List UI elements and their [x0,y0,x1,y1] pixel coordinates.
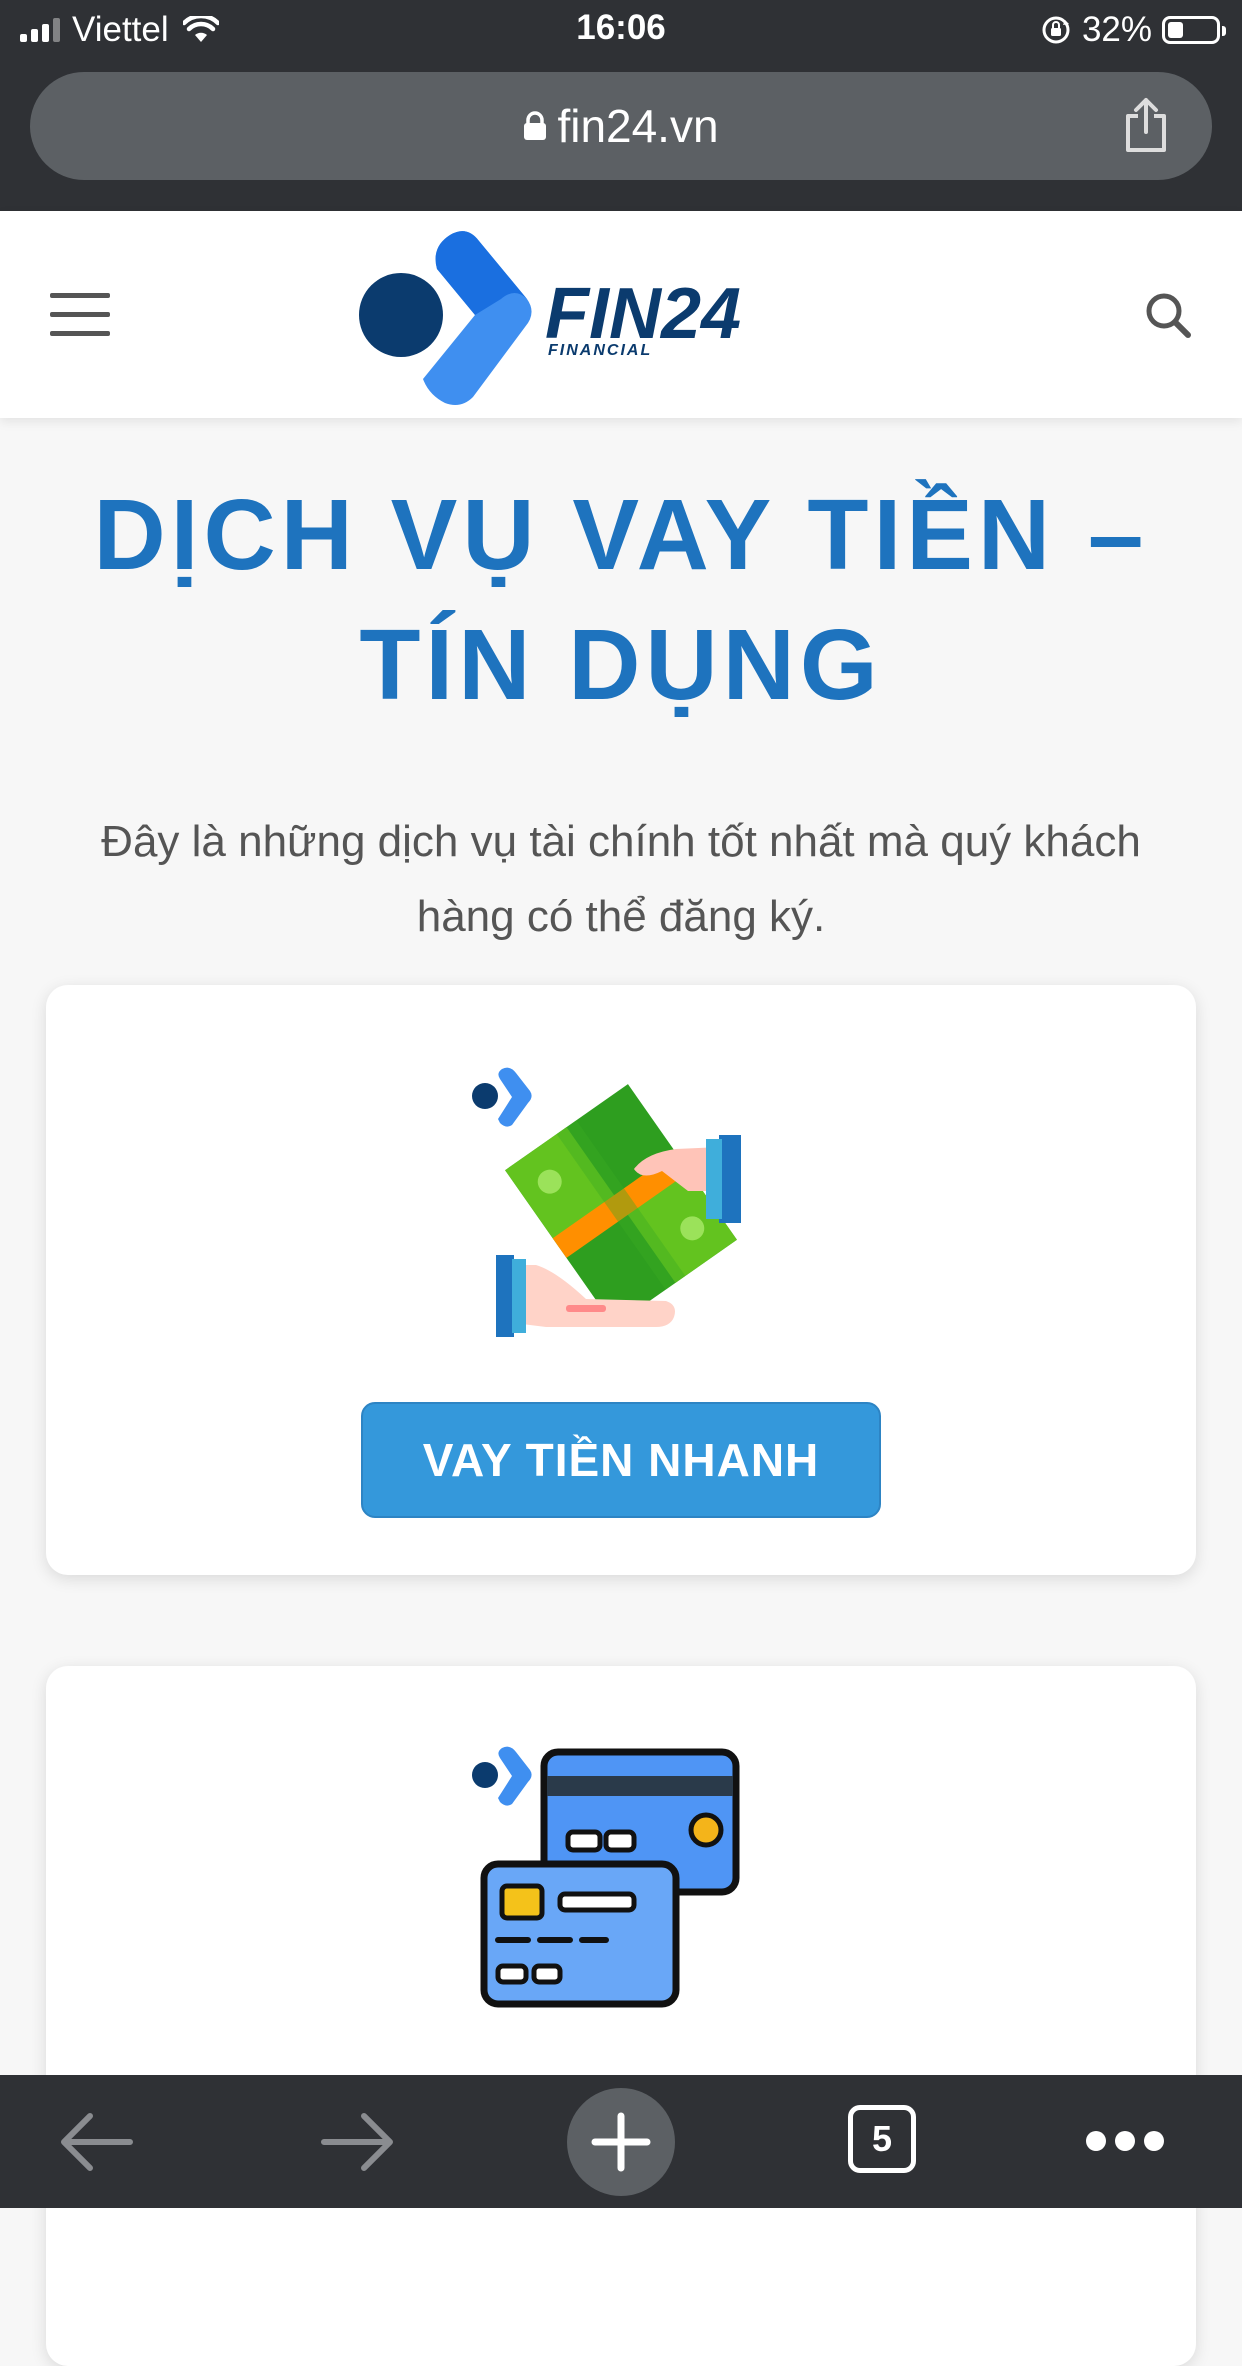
main-content: DỊCH VỤ VAY TIỀN – TÍN DỤNG Đây là những… [0,418,1242,2366]
search-icon[interactable] [1144,291,1192,339]
site-header: FIN24 FINANCIAL [0,211,1242,418]
plus-icon [591,2112,651,2172]
url-text: fin24.vn [557,100,719,152]
credit-cards-icon [472,1746,740,2008]
page-subtitle: Đây là những dịch vụ tài chính tốt nhất … [101,817,1141,941]
rotation-lock-icon [1042,16,1070,44]
page-title-line-1: DỊCH VỤ VAY TIỀN – [93,479,1149,591]
logo-subtext: FINANCIAL [548,342,652,359]
menu-icon[interactable] [50,293,110,339]
fin24-logo[interactable]: FIN24 FINANCIAL [355,217,815,413]
url-display[interactable]: fin24.vn [30,96,1212,156]
battery-icon [1162,16,1226,44]
browser-toolbar: 5 [0,2075,1242,2208]
tabs-count-button[interactable]: 5 [848,2105,916,2173]
service-card-credit [46,1666,1196,2366]
address-bar[interactable]: fin24.vn [30,72,1212,180]
page-title: DỊCH VỤ VAY TIỀN – TÍN DỤNG [40,470,1202,730]
battery-percent: 32% [1081,10,1152,49]
browser-top-chrome: Viettel 16:06 32% fin24.vn [0,0,1242,211]
share-icon[interactable] [1122,96,1170,154]
more-options-icon[interactable] [1084,2129,1166,2153]
cash-hands-icon [472,1067,741,1337]
lock-icon [524,111,547,140]
new-tab-button[interactable] [567,2088,675,2196]
page-title-line-2: TÍN DỤNG [359,609,883,721]
battery-level [1168,22,1183,38]
status-right: 32% [1040,8,1226,52]
quick-loan-button[interactable]: VAY TIỀN NHANH [361,1402,881,1518]
forward-arrow-icon[interactable] [320,2111,396,2173]
back-arrow-icon[interactable] [58,2111,134,2173]
status-bar: Viettel 16:06 32% [0,0,1242,62]
service-card-quick-loan: VAY TIỀN NHANH [46,985,1196,1575]
